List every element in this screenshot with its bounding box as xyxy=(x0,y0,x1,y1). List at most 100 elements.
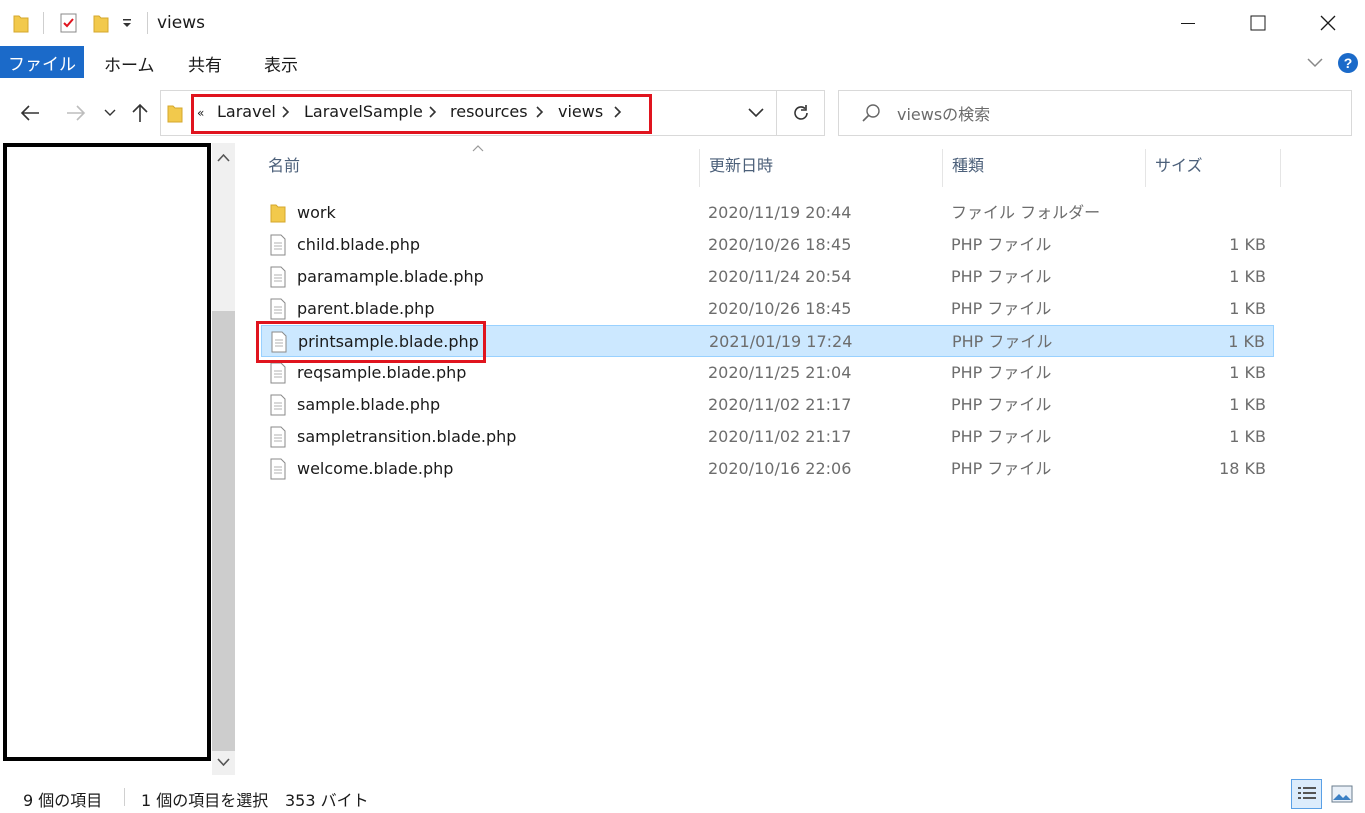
folder-icon xyxy=(12,12,30,34)
file-icon xyxy=(270,362,286,384)
status-divider xyxy=(124,788,125,806)
file-type: PHP ファイル xyxy=(951,427,1052,446)
scroll-down-icon[interactable] xyxy=(217,758,230,767)
file-type: PHP ファイル xyxy=(951,459,1052,478)
column-header-type[interactable]: 種類 xyxy=(952,155,984,177)
file-row[interactable]: paramample.blade.php 2020/11/24 20:54 PHP … xyxy=(261,261,1274,293)
file-size: 1 KB xyxy=(1229,363,1266,382)
address-dropdown-icon[interactable] xyxy=(748,108,764,118)
minimize-icon xyxy=(1181,16,1195,30)
file-size: 1 KB xyxy=(1229,235,1266,254)
file-name: work xyxy=(297,203,336,222)
column-divider[interactable] xyxy=(699,149,700,187)
maximize-icon xyxy=(1250,15,1266,31)
file-row[interactable]: sampletransition.blade.php 2020/11/02 21:… xyxy=(261,421,1274,453)
ribbon: ファイル ホーム 共有 表示 ? xyxy=(0,46,1365,83)
column-divider[interactable] xyxy=(1145,149,1146,187)
breadcrumb-overflow[interactable]: « xyxy=(197,103,204,123)
file-icon xyxy=(270,266,286,288)
file-name: child.blade.php xyxy=(297,235,421,254)
file-type: PHP ファイル xyxy=(951,299,1052,318)
address-bar[interactable]: « Laravel LaravelSample resources views xyxy=(160,90,777,136)
large-icons-view-button[interactable] xyxy=(1327,779,1357,809)
tab-home[interactable]: ホーム xyxy=(104,46,155,80)
file-type: PHP ファイル xyxy=(951,395,1052,414)
search-box[interactable]: viewsの検索 xyxy=(838,90,1352,136)
qat-separator xyxy=(147,12,148,34)
file-modified: 2020/10/26 18:45 xyxy=(708,299,852,318)
breadcrumb-resources[interactable]: resources xyxy=(450,102,528,122)
tab-share[interactable]: 共有 xyxy=(188,46,222,80)
svg-text:?: ? xyxy=(1344,55,1353,71)
new-folder-icon[interactable] xyxy=(92,12,110,34)
navigation-pane[interactable] xyxy=(0,143,212,763)
forward-button[interactable] xyxy=(62,83,90,143)
title-bar: views xyxy=(0,0,1365,46)
refresh-button[interactable] xyxy=(777,90,825,136)
help-icon[interactable]: ? xyxy=(1337,52,1359,74)
folder-icon xyxy=(167,102,183,124)
item-count: 9 個の項目 xyxy=(23,791,103,810)
column-header-name[interactable]: 名前 xyxy=(268,155,300,177)
file-type: PHP ファイル xyxy=(951,363,1052,382)
breadcrumb-laravelsample[interactable]: LaravelSample xyxy=(304,102,423,122)
breadcrumb-views[interactable]: views xyxy=(558,102,603,122)
refresh-icon xyxy=(791,103,811,123)
folder-icon xyxy=(270,202,286,224)
file-type: PHP ファイル xyxy=(952,332,1053,351)
tab-file[interactable]: ファイル xyxy=(0,46,84,78)
file-size: 1 KB xyxy=(1229,395,1266,414)
chevron-right-icon[interactable] xyxy=(535,105,545,119)
arrow-up-icon xyxy=(132,103,148,123)
file-row[interactable]: welcome.blade.php 2020/10/16 22:06 PHP ファイ… xyxy=(261,453,1274,485)
recent-locations-button[interactable] xyxy=(100,83,120,143)
navigation-pane-scrollbar[interactable] xyxy=(212,143,235,775)
chevron-right-icon[interactable] xyxy=(613,105,623,119)
file-modified: 2020/10/26 18:45 xyxy=(708,235,852,254)
close-icon xyxy=(1320,15,1336,31)
file-modified: 2020/11/24 20:54 xyxy=(708,267,852,286)
breadcrumb-laravel[interactable]: Laravel xyxy=(217,102,276,122)
minimize-button[interactable] xyxy=(1153,0,1223,46)
file-row[interactable]: work 2020/11/19 20:44 ファイル フォルダー xyxy=(261,197,1274,229)
sort-ascending-icon xyxy=(472,145,484,152)
file-modified: 2020/11/02 21:17 xyxy=(708,395,852,414)
search-input[interactable]: viewsの検索 xyxy=(897,101,990,125)
file-type: ファイル フォルダー xyxy=(951,203,1101,222)
column-header-modified[interactable]: 更新日時 xyxy=(709,155,773,177)
scroll-up-icon[interactable] xyxy=(217,153,230,162)
file-modified: 2020/11/19 20:44 xyxy=(708,203,852,222)
column-header-size[interactable]: サイズ xyxy=(1155,155,1203,177)
chevron-right-icon[interactable] xyxy=(428,105,438,119)
file-icon xyxy=(270,234,286,256)
qat-customize-icon[interactable] xyxy=(120,16,134,38)
ribbon-expand-icon[interactable] xyxy=(1306,56,1324,68)
file-icon xyxy=(270,394,286,416)
details-view-icon xyxy=(1297,785,1317,803)
chevron-right-icon[interactable] xyxy=(281,105,291,119)
large-icons-view-icon xyxy=(1331,785,1353,803)
column-divider[interactable] xyxy=(942,149,943,187)
selection-count: 1 個の項目を選択 xyxy=(141,791,269,810)
tab-view[interactable]: 表示 xyxy=(264,46,298,80)
file-icon xyxy=(270,298,286,320)
file-row[interactable]: sample.blade.php 2020/11/02 21:17 PHP ファイル… xyxy=(261,389,1274,421)
file-type: PHP ファイル xyxy=(951,235,1052,254)
address-row: « Laravel LaravelSample resources views … xyxy=(0,83,1365,143)
maximize-button[interactable] xyxy=(1223,0,1293,46)
up-button[interactable] xyxy=(128,83,152,143)
close-button[interactable] xyxy=(1293,0,1363,46)
file-row[interactable]: child.blade.php 2020/10/26 18:45 PHP ファイル 1… xyxy=(261,229,1274,261)
file-name: paramample.blade.php xyxy=(297,267,484,286)
navigation-pane-redaction-box xyxy=(3,143,211,761)
column-divider[interactable] xyxy=(1280,149,1281,187)
file-name: sample.blade.php xyxy=(297,395,441,414)
file-modified: 2020/11/25 21:04 xyxy=(708,363,852,382)
scrollbar-thumb[interactable] xyxy=(212,311,235,751)
back-button[interactable] xyxy=(16,83,44,143)
search-icon xyxy=(861,103,881,123)
file-size: 1 KB xyxy=(1228,332,1265,351)
details-view-button[interactable] xyxy=(1291,779,1322,809)
properties-icon[interactable] xyxy=(58,12,80,34)
file-list: 名前 更新日時 種類 サイズ work 2020/11/19 20:44 ファイル … xyxy=(238,143,1365,775)
